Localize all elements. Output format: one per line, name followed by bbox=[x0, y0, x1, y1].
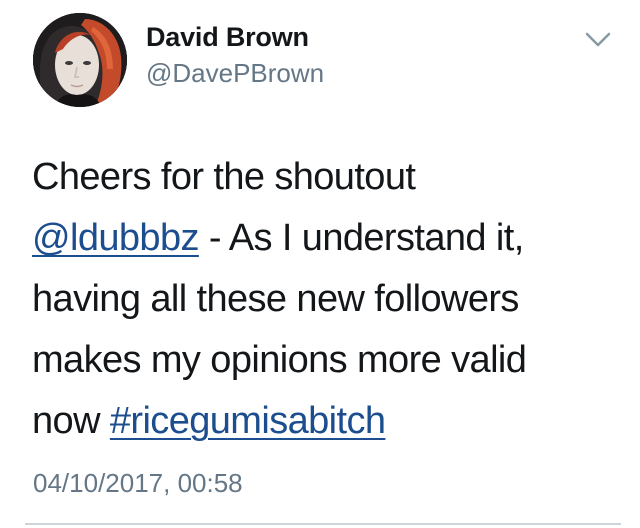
tweet-card: David Brown @DavePBrown Cheers for the s… bbox=[0, 0, 640, 528]
tweet-text-line: Cheers for the shoutout bbox=[32, 156, 416, 198]
chevron-down-icon[interactable] bbox=[584, 28, 612, 50]
divider bbox=[25, 523, 621, 525]
tweet-text-line: now #ricegumisabitch bbox=[32, 391, 622, 452]
author-handle[interactable]: @DavePBrown bbox=[146, 58, 324, 89]
author-display-name[interactable]: David Brown bbox=[146, 22, 309, 53]
tweet-text: Cheers for the shoutout @ldubbbz - As I … bbox=[32, 147, 622, 452]
avatar[interactable] bbox=[33, 13, 127, 107]
hashtag-link[interactable]: #ricegumisabitch bbox=[110, 400, 386, 442]
mention-link[interactable]: @ldubbbz bbox=[32, 217, 199, 259]
tweet-text-line: makes my opinions more valid bbox=[32, 339, 527, 381]
tweet-text-segment: - As I understand it, bbox=[198, 217, 524, 259]
tweet-text-line: having all these new followers bbox=[32, 278, 519, 320]
tweet-text-segment: now bbox=[32, 400, 110, 442]
tweet-timestamp[interactable]: 04/10/2017, 00:58 bbox=[33, 468, 243, 499]
tweet-text-line: @ldubbbz - As I understand it, bbox=[32, 208, 622, 269]
